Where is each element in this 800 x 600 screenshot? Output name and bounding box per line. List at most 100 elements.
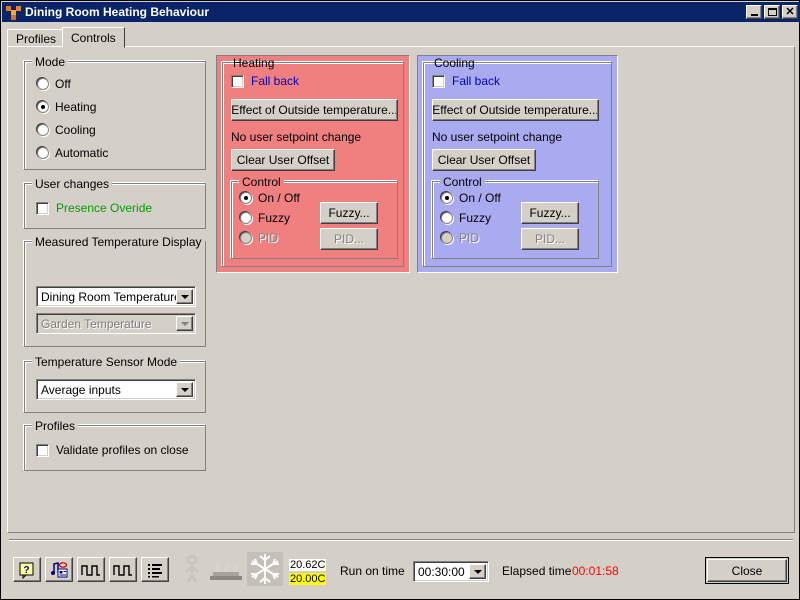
tab-page-controls: Mode Off Heating Cooling Automatic User … (7, 46, 795, 533)
checkbox-cooling-fall-back[interactable]: Fall back (432, 74, 500, 88)
radio-indicator (441, 212, 453, 224)
user-changes-group-label: User changes (32, 177, 113, 191)
close-dialog-button[interactable]: Close (707, 559, 787, 582)
radio-label: On / Off (258, 191, 300, 205)
radio-indicator (37, 124, 49, 136)
combo-temperature-sensor-mode[interactable]: Average inputs (36, 379, 196, 400)
chevron-down-icon[interactable] (469, 564, 486, 579)
radio-cooling-onoff[interactable]: On / Off (441, 191, 501, 205)
list-report-button[interactable] (141, 557, 169, 582)
checkbox-indicator (231, 74, 244, 88)
radio-heating-onoff[interactable]: On / Off (240, 191, 300, 205)
radio-label: PID (459, 231, 480, 245)
radio-heating-pid: PID (240, 231, 278, 245)
cooling-clear-user-offset-button[interactable]: Clear User Offset (432, 149, 536, 171)
heating-panel: Heating Fall back Effect of Outside temp… (216, 55, 410, 273)
combo-measured-temperature-primary[interactable]: Dining Room Temperature (36, 286, 196, 307)
radio-indicator (37, 101, 49, 113)
button-label: Fuzzy... (529, 206, 571, 220)
heating-fuzzy-button[interactable]: Fuzzy... (320, 202, 378, 224)
checkbox-presence-overide[interactable]: Presence Overide (36, 201, 152, 215)
checkbox-label: Fall back (251, 74, 300, 88)
heating-setpoint-status: No user setpoint change (231, 130, 362, 144)
heating-group: Heating Fall back Effect of Outside temp… (222, 56, 404, 267)
chevron-down-icon[interactable] (176, 289, 193, 304)
radio-mode-off[interactable]: Off (37, 77, 71, 91)
tab-profiles-label: Profiles (16, 31, 57, 46)
checkbox-label: Validate profiles on close (56, 443, 189, 457)
cooling-group: Cooling Fall back Effect of Outside temp… (423, 56, 612, 267)
combo-value: 00:30:00 (418, 564, 465, 579)
profiles-group: Profiles Validate profiles on close (24, 419, 206, 471)
chevron-down-icon[interactable] (176, 382, 193, 397)
maximize-icon (765, 6, 779, 18)
elapsed-time-label: Elapsed time (502, 564, 572, 578)
checkbox-label: Fall back (452, 74, 501, 88)
cooling-snowflake-icon (251, 554, 279, 584)
radio-heating-fuzzy[interactable]: Fuzzy (240, 211, 290, 225)
radio-mode-cooling[interactable]: Cooling (37, 123, 96, 137)
checkbox-heating-fall-back[interactable]: Fall back (231, 74, 299, 88)
presence-person-icon (185, 554, 199, 583)
readout-measured-temperature: 20.62C (289, 559, 327, 571)
radio-cooling-pid: PID (441, 231, 479, 245)
close-icon: ✕ (785, 5, 795, 18)
button-label: PID... (534, 232, 565, 246)
radio-label: Heating (55, 100, 97, 114)
radio-mode-heating[interactable]: Heating (37, 100, 96, 114)
radio-label: Cooling (55, 123, 96, 137)
combo-measured-temperature-secondary[interactable]: Garden Temperature (36, 313, 196, 334)
tab-profiles[interactable]: Profiles (7, 29, 66, 47)
help-button[interactable]: ? (13, 557, 41, 582)
heating-clear-user-offset-button[interactable]: Clear User Offset (231, 149, 335, 171)
application-window: Dining Room Heating Behaviour ✕ Profiles… (0, 0, 800, 600)
button-label: Fuzzy... (328, 206, 370, 220)
radio-label: Fuzzy (459, 211, 492, 225)
profile-note-button[interactable] (45, 557, 73, 582)
close-button[interactable]: ✕ (782, 5, 798, 19)
heating-flames-icon (210, 563, 242, 580)
combo-value: Average inputs (41, 382, 121, 397)
radio-indicator (441, 192, 453, 204)
radio-cooling-fuzzy[interactable]: Fuzzy (441, 211, 491, 225)
cooling-control-group-label: Control (440, 175, 485, 189)
heating-effect-of-outside-temperature-button[interactable]: Effect of Outside temperature... (231, 99, 398, 121)
radio-mode-automatic[interactable]: Automatic (37, 146, 108, 160)
chevron-down-icon[interactable] (176, 316, 193, 331)
radio-label: PID (258, 231, 279, 245)
square-wave-icon (81, 564, 100, 576)
profiles-group-label: Profiles (32, 419, 79, 433)
maximize-button[interactable] (764, 5, 780, 19)
radio-indicator (37, 147, 49, 159)
radio-indicator (240, 232, 252, 244)
radio-indicator (240, 212, 252, 224)
cooling-fuzzy-button[interactable]: Fuzzy... (521, 202, 579, 224)
title-bar: Dining Room Heating Behaviour ✕ (2, 2, 800, 22)
statusbar-separator (9, 539, 793, 541)
user-changes-group: User changes Presence Overide (24, 177, 206, 229)
measured-temperature-display-group: Measured Temperature Display Dining Room… (24, 235, 206, 347)
heating-control-group-label: Control (239, 175, 284, 189)
minimize-button[interactable] (746, 5, 762, 19)
radio-indicator (240, 192, 252, 204)
radio-label: Fuzzy (258, 211, 291, 225)
cooling-snowflake-indicator (247, 552, 283, 586)
mode-group-label: Mode (32, 55, 69, 69)
radio-indicator (441, 232, 453, 244)
button-label: Effect of Outside temperature... (432, 103, 599, 117)
square-wave-button[interactable] (77, 557, 105, 582)
profile-note-icon (51, 561, 68, 577)
cooling-effect-of-outside-temperature-button[interactable]: Effect of Outside temperature... (432, 99, 599, 121)
checkbox-indicator (432, 74, 445, 88)
checkbox-indicator (36, 443, 49, 457)
combo-value: Dining Room Temperature (41, 289, 176, 304)
tab-controls[interactable]: Controls (62, 27, 125, 48)
checkbox-validate-profiles-on-close[interactable]: Validate profiles on close (36, 443, 189, 457)
square-wave-2-button[interactable] (109, 557, 137, 582)
combo-run-on-time[interactable]: 00:30:00 (413, 561, 489, 582)
list-report-icon (148, 563, 162, 577)
radio-indicator (37, 78, 49, 90)
button-label: Close (731, 563, 763, 578)
elapsed-time-value: 00:01:58 (572, 564, 619, 578)
cooling-panel: Cooling Fall back Effect of Outside temp… (417, 55, 618, 273)
